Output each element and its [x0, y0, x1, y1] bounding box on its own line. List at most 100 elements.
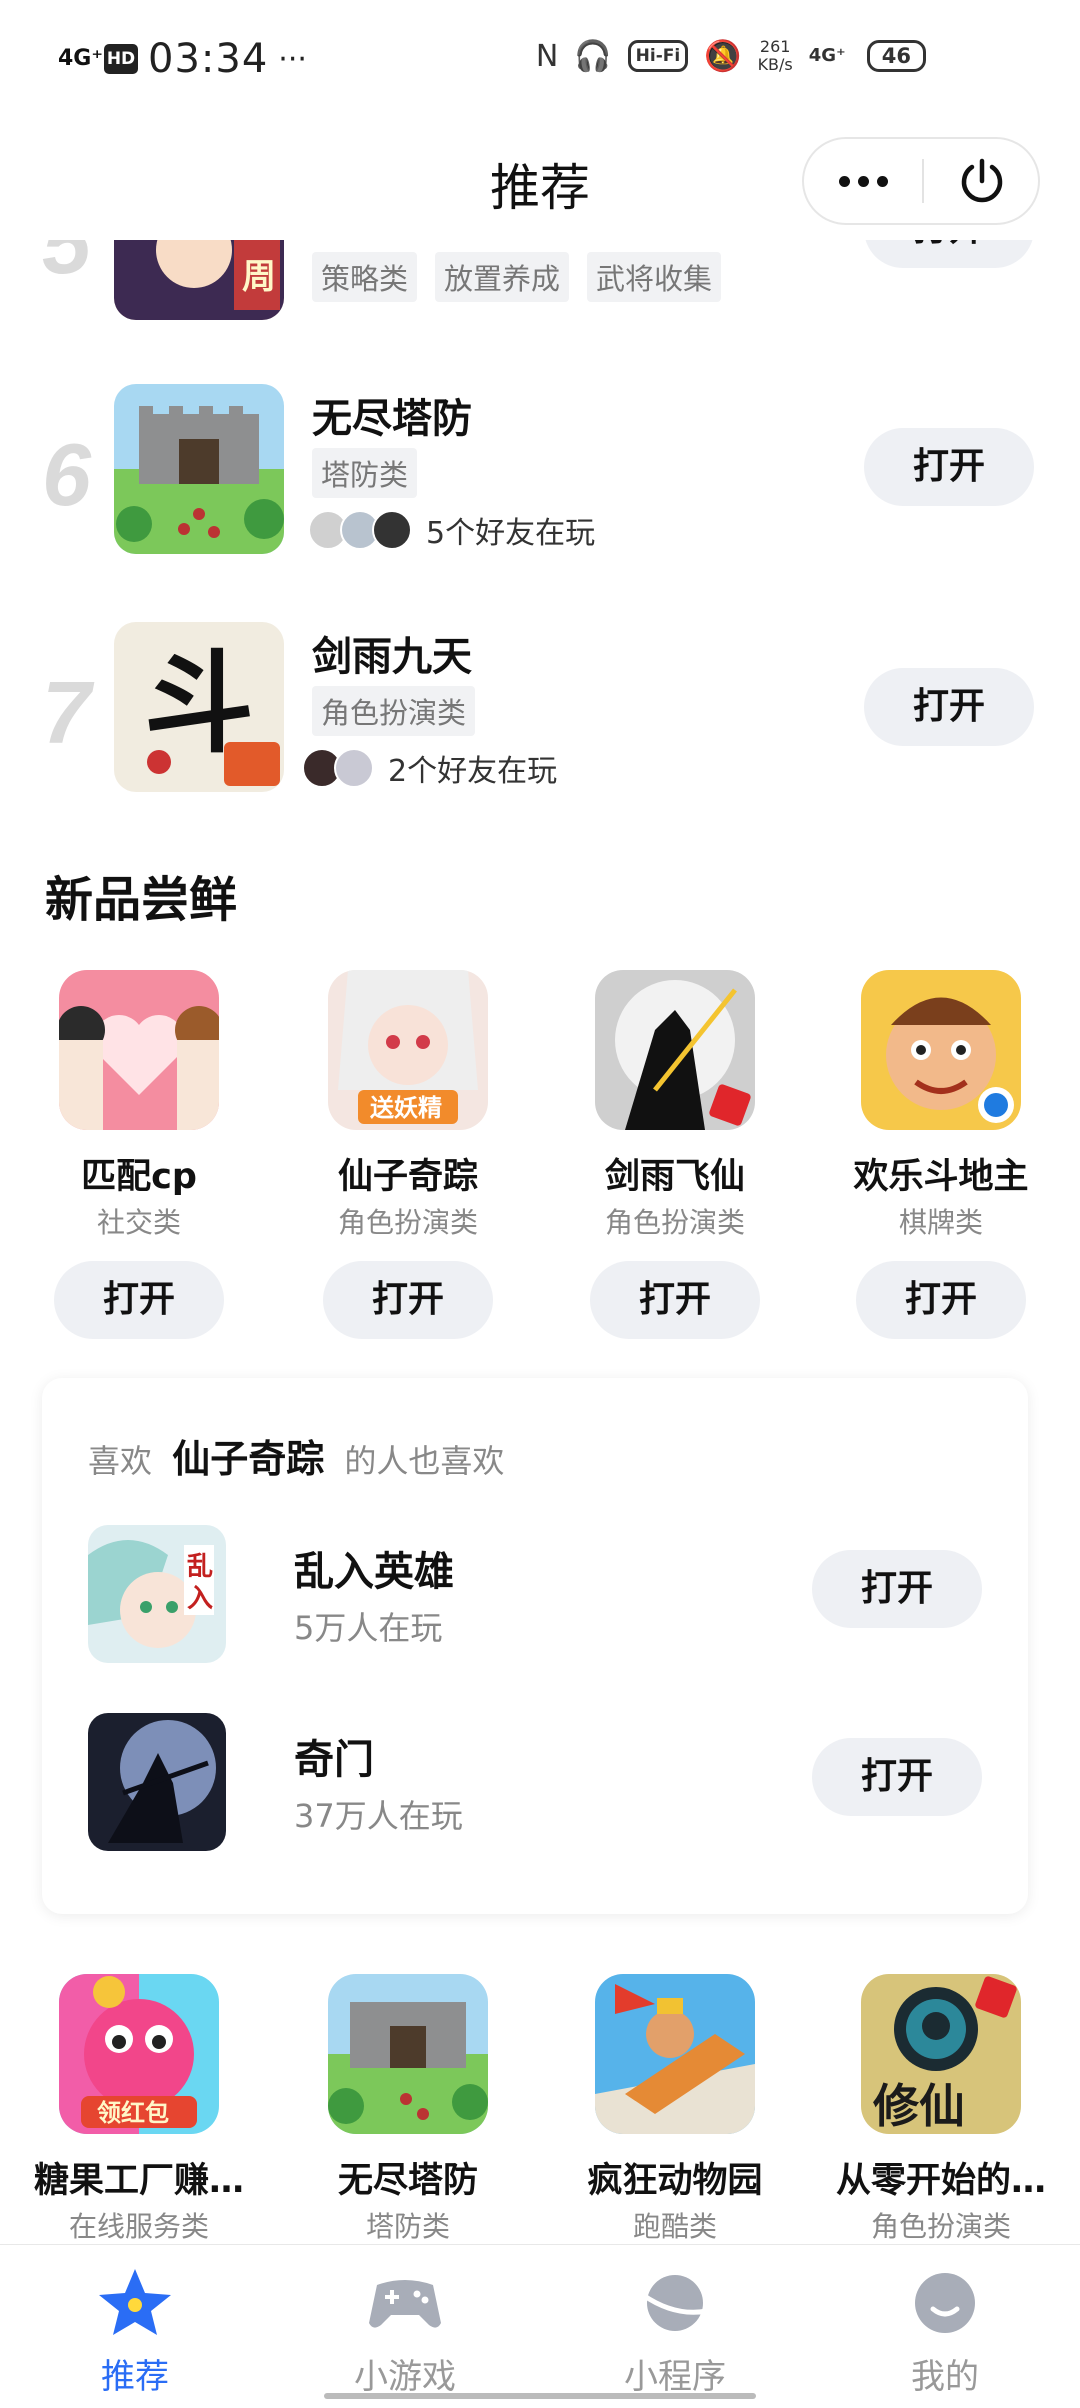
- tag: 武将收集: [587, 252, 722, 302]
- nav-item-miniprograms[interactable]: 小程序: [540, 2245, 810, 2408]
- home-indicator[interactable]: [324, 2393, 756, 2399]
- player-count: 5万人在玩: [294, 1609, 443, 1647]
- network-type-icon: 4G⁺: [808, 45, 846, 66]
- game-icon: 送妖精: [328, 970, 488, 1130]
- game-category: 角色扮演类: [870, 2210, 1011, 2243]
- nav-label: 小游戏: [354, 2357, 456, 2397]
- more-dot-icon: [876, 175, 888, 187]
- more-dot-icon: [857, 175, 869, 187]
- game-category: 在线服务类: [68, 2210, 209, 2243]
- game-category: 棋牌类: [898, 1206, 983, 1239]
- headphones-icon: 🎧: [574, 38, 612, 74]
- status-bar: 4G⁺ HD 03:34 ··· N 🎧 Hi-Fi 🔕 261 KB/s 4G…: [0, 0, 1080, 122]
- header: 推荐: [0, 122, 1080, 240]
- game-grid-item[interactable]: 领红包 糖果工厂赚… 在线服务类: [4, 1974, 274, 2244]
- game-category: 社交类: [96, 1206, 181, 1239]
- tag: 策略类: [312, 252, 418, 302]
- rank-number: 5: [42, 240, 91, 292]
- nav-item-mine[interactable]: 我的: [810, 2245, 1080, 2408]
- gamepad-icon: [369, 2280, 441, 2328]
- open-button[interactable]: 打开: [323, 1261, 493, 1339]
- nfc-icon: N: [535, 38, 559, 74]
- game-category: 塔防类: [365, 2210, 450, 2243]
- game-name: 疯狂动物园: [587, 2161, 763, 2201]
- more-notifications-icon: ···: [278, 41, 307, 77]
- new-game-item[interactable]: 剑雨飞仙 角色扮演类 打开: [540, 970, 810, 1339]
- open-button[interactable]: 打开: [54, 1261, 224, 1339]
- profile-icon: [915, 2273, 975, 2333]
- new-game-item[interactable]: 匹配cp 社交类 打开: [4, 970, 274, 1339]
- svg-text:入: 入: [187, 1584, 213, 1614]
- tag-list: 角色扮演类: [312, 686, 476, 736]
- friends-count: 5个好友在玩: [426, 516, 596, 551]
- rank-row[interactable]: 7 斗 剑雨九天 角色扮演类 2个好友在玩 打开: [0, 622, 1080, 792]
- game-icon: [595, 970, 755, 1130]
- nav-item-recommend[interactable]: 推荐: [0, 2245, 270, 2408]
- svg-text:修仙: 修仙: [873, 2079, 965, 2133]
- network-speed-value: 261: [759, 37, 791, 56]
- game-grid-item[interactable]: 无尽塔防 塔防类: [273, 1974, 543, 2244]
- planet-icon: [641, 2275, 708, 2331]
- player-count: 37万人在玩: [294, 1797, 463, 1835]
- mini-program-capsule: [802, 137, 1040, 225]
- open-button[interactable]: 打开: [864, 240, 1034, 268]
- game-grid-item[interactable]: 疯狂动物园 跑酷类: [540, 1974, 810, 2244]
- game-grid-item[interactable]: 修仙 从零开始的… 角色扮演类: [806, 1974, 1076, 2244]
- game-icon: [88, 1713, 226, 1851]
- also-like-item[interactable]: 奇门 37万人在玩 打开: [88, 1713, 988, 1853]
- battery-icon: 46: [866, 40, 926, 72]
- also-like-card: 喜欢 仙子奇踪 的人也喜欢 乱 入 乱入英雄 5万人在玩 打开 奇门 37万人在…: [42, 1378, 1028, 1914]
- open-button[interactable]: 打开: [590, 1261, 760, 1339]
- game-icon: [59, 970, 219, 1130]
- game-name: 仙子奇踪: [337, 1157, 478, 1197]
- open-button[interactable]: 打开: [812, 1738, 982, 1816]
- nav-label: 我的: [911, 2357, 979, 2397]
- power-icon: [961, 158, 1003, 203]
- tag-list: 策略类 放置养成 武将收集: [312, 252, 722, 302]
- section-title: 新品尝鲜: [45, 872, 238, 928]
- heading-prefix: 喜欢: [88, 1442, 153, 1480]
- open-button[interactable]: 打开: [856, 1261, 1026, 1339]
- close-button[interactable]: [924, 139, 1040, 223]
- star-icon: [99, 2269, 171, 2335]
- status-right: N 🎧 Hi-Fi 🔕 261 KB/s 4G⁺ 46: [536, 38, 926, 74]
- game-name: 欢乐斗地主: [853, 1157, 1029, 1197]
- svg-text:乱: 乱: [187, 1552, 213, 1582]
- rank-row[interactable]: 5 周 策略类 放置养成 武将收集 打开: [0, 240, 1080, 340]
- game-name: 剑雨飞仙: [604, 1157, 745, 1197]
- rank-row[interactable]: 6 无尽塔防 塔防类 5个好友在玩 打开: [0, 384, 1080, 554]
- network-speed: 261 KB/s: [758, 38, 793, 74]
- heading-suffix: 的人也喜欢: [344, 1442, 505, 1480]
- svg-text:领红包: 领红包: [97, 2099, 169, 2127]
- game-name: 奇门: [294, 1737, 374, 1783]
- friend-avatar: [334, 748, 374, 788]
- new-game-item[interactable]: 欢乐斗地主 棋牌类 打开: [806, 970, 1076, 1339]
- svg-text:送妖精: 送妖精: [370, 1094, 442, 1122]
- content-scroll[interactable]: 5 周 策略类 放置养成 武将收集 打开 6: [0, 240, 1080, 2244]
- open-button[interactable]: 打开: [864, 668, 1034, 746]
- network-speed-unit: KB/s: [757, 55, 793, 74]
- friend-avatar: [372, 510, 412, 550]
- nav-item-minigames[interactable]: 小游戏: [270, 2245, 540, 2408]
- game-icon: [114, 384, 284, 554]
- svg-text:周: 周: [242, 257, 276, 297]
- also-like-item[interactable]: 乱 入 乱入英雄 5万人在玩 打开: [88, 1525, 988, 1665]
- hd-icon: HD: [104, 44, 138, 74]
- heading-game-name: 仙子奇踪: [172, 1437, 325, 1481]
- game-icon: 修仙: [861, 1974, 1021, 2134]
- more-menu-button[interactable]: [804, 139, 922, 223]
- game-icon: 乱 入: [88, 1525, 226, 1663]
- mute-bell-icon: 🔕: [704, 38, 742, 74]
- more-dot-icon: [838, 175, 850, 187]
- game-name: 从零开始的…: [835, 2161, 1046, 2201]
- open-button[interactable]: 打开: [812, 1550, 982, 1628]
- tag: 塔防类: [312, 448, 418, 498]
- game-category: 角色扮演类: [337, 1206, 478, 1239]
- nav-label: 推荐: [101, 2357, 169, 2397]
- game-name: 乱入英雄: [294, 1549, 454, 1595]
- open-button[interactable]: 打开: [864, 428, 1034, 506]
- tag: 放置养成: [435, 252, 570, 302]
- signal-icon: 4G⁺: [58, 46, 103, 71]
- nav-label: 小程序: [624, 2357, 726, 2397]
- new-game-item[interactable]: 送妖精 仙子奇踪 角色扮演类 打开: [273, 970, 543, 1339]
